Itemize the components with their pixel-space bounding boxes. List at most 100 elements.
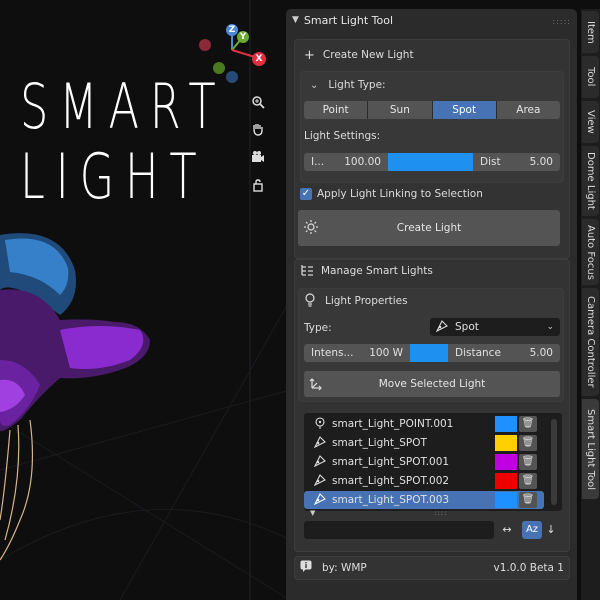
light-settings-label: Light Settings: (304, 130, 381, 142)
light-properties-label: Light Properties (325, 295, 408, 307)
intensity-label: I... (311, 156, 325, 168)
light-properties-header[interactable]: Light Properties (304, 292, 408, 310)
light-type-sun[interactable]: Sun (368, 101, 433, 119)
light-type-selector: Point Sun Spot Area (304, 101, 560, 119)
list-item-selected[interactable]: smart_Light_SPOT.003 🗑 (304, 491, 544, 509)
gizmo-z-label[interactable]: Z (226, 24, 238, 36)
move-selected-light-label: Move Selected Light (378, 378, 486, 390)
plus-icon: + (304, 47, 315, 63)
light-type-spot[interactable]: Spot (432, 101, 497, 119)
chevron-down-icon: ⌄ (310, 79, 319, 91)
prop-distance-value: 5.00 (529, 347, 553, 359)
light-color-swatch[interactable] (495, 473, 517, 489)
light-color-swatch[interactable] (495, 454, 517, 470)
trash-icon[interactable]: 🗑 (519, 492, 537, 508)
type-row: Type: (304, 321, 332, 335)
light-color-swatch[interactable] (495, 492, 517, 508)
list-item[interactable]: smart_Light_SPOT.001 🗑 (304, 453, 544, 471)
tab-tool[interactable]: Tool (582, 56, 599, 98)
list-scrollbar[interactable] (551, 419, 557, 505)
dist-label: Dist (480, 156, 501, 168)
sun-icon (304, 220, 318, 237)
create-light-button[interactable]: Create Light (298, 210, 560, 246)
list-item-name: smart_Light_SPOT.003 (332, 494, 450, 506)
list-item-name: smart_Light_SPOT.002 (332, 475, 450, 487)
list-item[interactable]: smart_Light_POINT.001 🗑 (304, 415, 544, 433)
apply-linking-row[interactable]: ✓ Apply Light Linking to Selection (300, 187, 483, 201)
light-type-header[interactable]: ⌄ Light Type: (310, 77, 386, 93)
tab-smart-light-tool[interactable]: Smart Light Tool (582, 399, 599, 499)
create-section-header[interactable]: + Create New Light (304, 47, 414, 63)
prop-intensity-value: 100 W (369, 347, 403, 359)
camera-icon[interactable] (249, 150, 267, 168)
intensity-field[interactable]: I... 100.00 (304, 153, 388, 171)
panel-title: Smart Light Tool (303, 13, 394, 27)
light-type-label: Light Type: (328, 79, 386, 91)
apply-linking-checkbox[interactable]: ✓ (300, 188, 312, 200)
light-color-bar[interactable] (388, 153, 473, 171)
type-label: Type: (304, 322, 332, 334)
tab-dome-light[interactable]: Dome Light (582, 146, 599, 216)
panel-header[interactable]: ▼ Smart Light Tool (286, 9, 577, 31)
spot-light-icon (312, 473, 328, 489)
gizmo-y-label[interactable]: Y (237, 31, 249, 43)
dist-value: 5.00 (529, 156, 553, 168)
sidebar-tabs: Item Tool View Dome Light Auto Focus Cam… (581, 9, 600, 600)
info-icon (300, 560, 312, 576)
list-item[interactable]: smart_Light_SPOT.002 🗑 (304, 472, 544, 490)
manage-section-header[interactable]: Manage Smart Lights (300, 263, 433, 279)
lock-icon[interactable] (249, 178, 267, 196)
tab-camera-controller[interactable]: Camera Controller (582, 288, 599, 396)
gizmo-x-label[interactable]: X (253, 53, 265, 65)
trash-icon[interactable]: 🗑 (519, 473, 537, 489)
list-item-name: smart_Light_SPOT.001 (332, 456, 450, 468)
chevron-down-icon: ▼ (292, 15, 299, 25)
dist-field[interactable]: Dist 5.00 (473, 153, 560, 171)
light-settings-row: Light Settings: (304, 129, 380, 143)
suzanne-model (0, 233, 150, 432)
footer-row: by: WMP v1.0.0 Beta 1 (300, 560, 564, 576)
sort-alpha-icon[interactable]: Az (522, 521, 542, 539)
move-selected-light-button[interactable]: Move Selected Light (304, 371, 560, 397)
drag-grip-icon[interactable]: ::::: (553, 17, 571, 26)
list-filter-input[interactable] (304, 521, 494, 539)
prop-distance-field[interactable]: Distance 5.00 (448, 344, 560, 362)
footer-version: v1.0.0 Beta 1 (493, 562, 564, 574)
trash-icon[interactable]: 🗑 (519, 454, 537, 470)
chevron-down-icon: ⌄ (546, 322, 554, 332)
tab-item[interactable]: Item (582, 11, 599, 53)
light-bulb-icon (304, 292, 316, 310)
list-item-name: smart_Light_SPOT (332, 437, 427, 449)
light-color-swatch[interactable] (495, 435, 517, 451)
type-value: Spot (455, 321, 479, 333)
zoom-icon[interactable] (249, 95, 267, 113)
manage-section-label: Manage Smart Lights (321, 265, 433, 277)
apply-linking-label: Apply Light Linking to Selection (317, 188, 483, 200)
smart-light-tool-panel: ▼ Smart Light Tool ::::: + Create New Li… (286, 9, 577, 600)
trash-icon[interactable]: 🗑 (519, 416, 537, 432)
logo-smart: SMART (20, 70, 227, 143)
trash-icon[interactable]: 🗑 (519, 435, 537, 451)
swap-horizontal-icon[interactable]: ↔ (497, 521, 517, 539)
hand-icon[interactable] (249, 122, 267, 140)
list-item[interactable]: smart_Light_SPOT 🗑 (304, 434, 544, 452)
list-resize-grip[interactable]: :::: (434, 509, 447, 517)
light-type-point[interactable]: Point (304, 101, 369, 119)
spot-light-icon (312, 492, 328, 508)
list-expand-icon[interactable]: ▼ (310, 509, 315, 517)
sort-direction-icon[interactable]: ↓ (543, 521, 559, 539)
prop-intensity-field[interactable]: Intens... 100 W (304, 344, 410, 362)
light-list[interactable]: smart_Light_POINT.001 🗑 smart_Light_SPOT… (304, 413, 562, 511)
type-select[interactable]: Spot ⌄ (430, 318, 560, 336)
spot-light-icon (312, 435, 328, 451)
prop-intensity-label: Intens... (311, 347, 354, 359)
tab-view[interactable]: View (582, 101, 599, 143)
prop-distance-label: Distance (455, 347, 501, 359)
prop-color-bar[interactable] (410, 344, 448, 362)
light-color-swatch[interactable] (495, 416, 517, 432)
light-type-area[interactable]: Area (496, 101, 560, 119)
move-gizmo-icon (309, 377, 323, 394)
list-item-name: smart_Light_POINT.001 (332, 418, 454, 430)
tab-auto-focus[interactable]: Auto Focus (582, 219, 599, 285)
spot-light-icon (312, 454, 328, 470)
